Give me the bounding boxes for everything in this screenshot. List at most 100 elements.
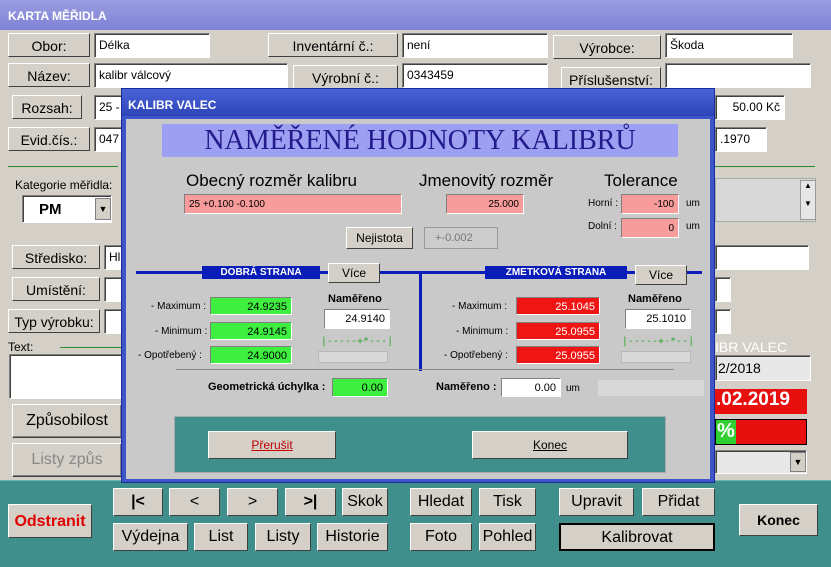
- historie-button[interactable]: Historie: [317, 523, 388, 551]
- good-min-value: 24.9145: [210, 322, 292, 340]
- umisteni-right-field[interactable]: [715, 277, 731, 302]
- pridat-button[interactable]: Přidat: [642, 488, 715, 516]
- kalibrovat-button[interactable]: Kalibrovat: [559, 523, 715, 551]
- inventarni-field[interactable]: není: [402, 33, 548, 58]
- bad-min-label: - Minimum :: [456, 326, 509, 337]
- upravit-button[interactable]: Upravit: [559, 488, 634, 516]
- vyrobni-field[interactable]: 0343459: [402, 63, 548, 88]
- last-record-button[interactable]: >|: [285, 488, 336, 516]
- zpusobilost-button[interactable]: Způsobilost: [12, 404, 122, 438]
- prerusit-button[interactable]: Přerušit: [208, 431, 336, 459]
- chevron-down-icon[interactable]: ▼: [790, 452, 806, 472]
- text-separator: [60, 347, 122, 348]
- dialog-title: KALIBR VALEC: [128, 98, 217, 112]
- nazev-field[interactable]: kalibr válcový: [94, 63, 288, 88]
- stredisko-right-field[interactable]: [715, 245, 809, 270]
- next-record-button[interactable]: >: [227, 488, 278, 516]
- prerusit-label: Přerušit: [251, 438, 293, 452]
- kalibr-dialog: KALIBR VALEC NAMĚŘENÉ HODNOTY KALIBRŮ Ob…: [121, 88, 715, 483]
- divider-line: [419, 271, 422, 371]
- kalibr-right-label: IBR VALEC: [715, 339, 788, 355]
- hledat-button[interactable]: Hledat: [410, 488, 472, 516]
- pohled-button[interactable]: Pohled: [479, 523, 536, 551]
- bad-gauge: |-----+-*--|: [621, 336, 695, 347]
- typ-right-field[interactable]: [715, 309, 731, 334]
- evid-field[interactable]: 047: [94, 127, 124, 152]
- foto-button[interactable]: Foto: [410, 523, 472, 551]
- horni-label: Horní :: [588, 198, 619, 209]
- bad-max-label: - Maximum :: [452, 301, 507, 312]
- skok-button[interactable]: Skok: [342, 488, 388, 516]
- bad-opot-label: - Opotřebený :: [444, 350, 508, 361]
- good-opot-value: 24.9000: [210, 346, 292, 364]
- vydejna-button[interactable]: Výdejna: [113, 523, 188, 551]
- nameno2-label: Naměřeno :: [436, 381, 497, 393]
- bad-measured-input[interactable]: 25.1010: [625, 309, 691, 329]
- vyrobni-label: Výrobní č.:: [293, 65, 398, 89]
- text-area[interactable]: [9, 354, 122, 399]
- good-max-label: - Maximum :: [151, 301, 206, 312]
- bad-max-value: 25.1045: [516, 297, 600, 315]
- rozsah-field[interactable]: 25 -: [94, 95, 124, 120]
- scroll-up-icon[interactable]: ▲: [804, 181, 812, 190]
- inventarni-label: Inventární č.:: [268, 33, 398, 57]
- kategorie-value: PM: [39, 201, 62, 218]
- date2-badge: .02.2019: [715, 389, 807, 414]
- vice-bad-button[interactable]: Více: [635, 265, 687, 285]
- bottom-select[interactable]: ▼: [715, 450, 807, 474]
- obor-field[interactable]: Délka: [94, 33, 210, 58]
- horni-field[interactable]: -100: [621, 194, 679, 214]
- nejistota-field[interactable]: +-0.002: [424, 227, 498, 249]
- evid-label: Evid.čís.:: [8, 127, 90, 151]
- text-label: Text:: [8, 340, 34, 354]
- dolni-unit: um: [686, 221, 700, 232]
- vice-good-button[interactable]: Více: [328, 263, 380, 283]
- typ-label: Typ výrobku:: [8, 309, 100, 333]
- konec-dialog-button[interactable]: Konec: [472, 431, 628, 459]
- umisteni-label: Umístění:: [12, 277, 100, 301]
- chevron-down-icon[interactable]: ▼: [95, 198, 111, 220]
- obecny-label: Obecný rozměr kalibru: [186, 171, 358, 190]
- list-button[interactable]: List: [194, 523, 248, 551]
- tolerance-label: Tolerance: [604, 171, 678, 190]
- price-field[interactable]: 50.00 Kč: [715, 95, 785, 120]
- vyrobce-field[interactable]: Škoda: [665, 33, 793, 58]
- prev-record-button[interactable]: <: [169, 488, 220, 516]
- tisk-button[interactable]: Tisk: [479, 488, 536, 516]
- geom-label: Geometrická úchylka :: [208, 381, 326, 393]
- horni-unit: um: [686, 198, 700, 209]
- good-opot-label: - Opotřebený :: [138, 350, 202, 361]
- prislusenstvi-field[interactable]: [665, 63, 811, 88]
- obecny-field[interactable]: 25 +0.100 -0.100: [184, 194, 402, 214]
- obor-label: Obor:: [8, 33, 90, 57]
- nameno2-input[interactable]: 0.00: [501, 378, 561, 397]
- good-nameno-label: Naměřeno: [328, 293, 382, 305]
- stredisko-field[interactable]: Hl: [104, 245, 122, 270]
- good-max-value: 24.9235: [210, 297, 292, 315]
- evid-date-field[interactable]: .1970: [715, 127, 767, 152]
- date1-field[interactable]: 2/2018: [715, 355, 811, 381]
- konec-main-button[interactable]: Konec: [739, 504, 818, 536]
- bad-min-value: 25.0955: [516, 322, 600, 340]
- nazev-label: Název:: [8, 63, 90, 87]
- listy-zpusobilosti-button[interactable]: Listy způs: [12, 443, 122, 477]
- scroll-down-icon[interactable]: ▼: [804, 199, 812, 208]
- percent-badge: %: [715, 419, 807, 445]
- typ-field[interactable]: [104, 309, 122, 334]
- umisteni-field[interactable]: [104, 277, 122, 302]
- scrollbar[interactable]: ▲ ▼: [800, 180, 816, 220]
- good-gauge-box: [318, 351, 388, 363]
- dialog-titlebar: KALIBR VALEC: [122, 89, 714, 116]
- first-record-button[interactable]: |<: [113, 488, 163, 516]
- jmenovity-field[interactable]: 25.000: [446, 194, 524, 214]
- nejistota-button[interactable]: Nejistota: [346, 227, 413, 249]
- listy-button[interactable]: Listy: [255, 523, 311, 551]
- odstranit-button[interactable]: Odstranit: [8, 504, 92, 538]
- dolni-field[interactable]: 0: [621, 218, 679, 238]
- good-gauge: |-----+*---|: [320, 336, 394, 347]
- dialog-body: NAMĚŘENÉ HODNOTY KALIBRŮ Obecný rozměr k…: [126, 119, 710, 479]
- kategorie-label: Kategorie měřidla:: [15, 178, 113, 192]
- good-measured-input[interactable]: 24.9140: [324, 309, 390, 329]
- geom-separator: [176, 369, 674, 370]
- kategorie-select[interactable]: PM ▼: [22, 195, 112, 223]
